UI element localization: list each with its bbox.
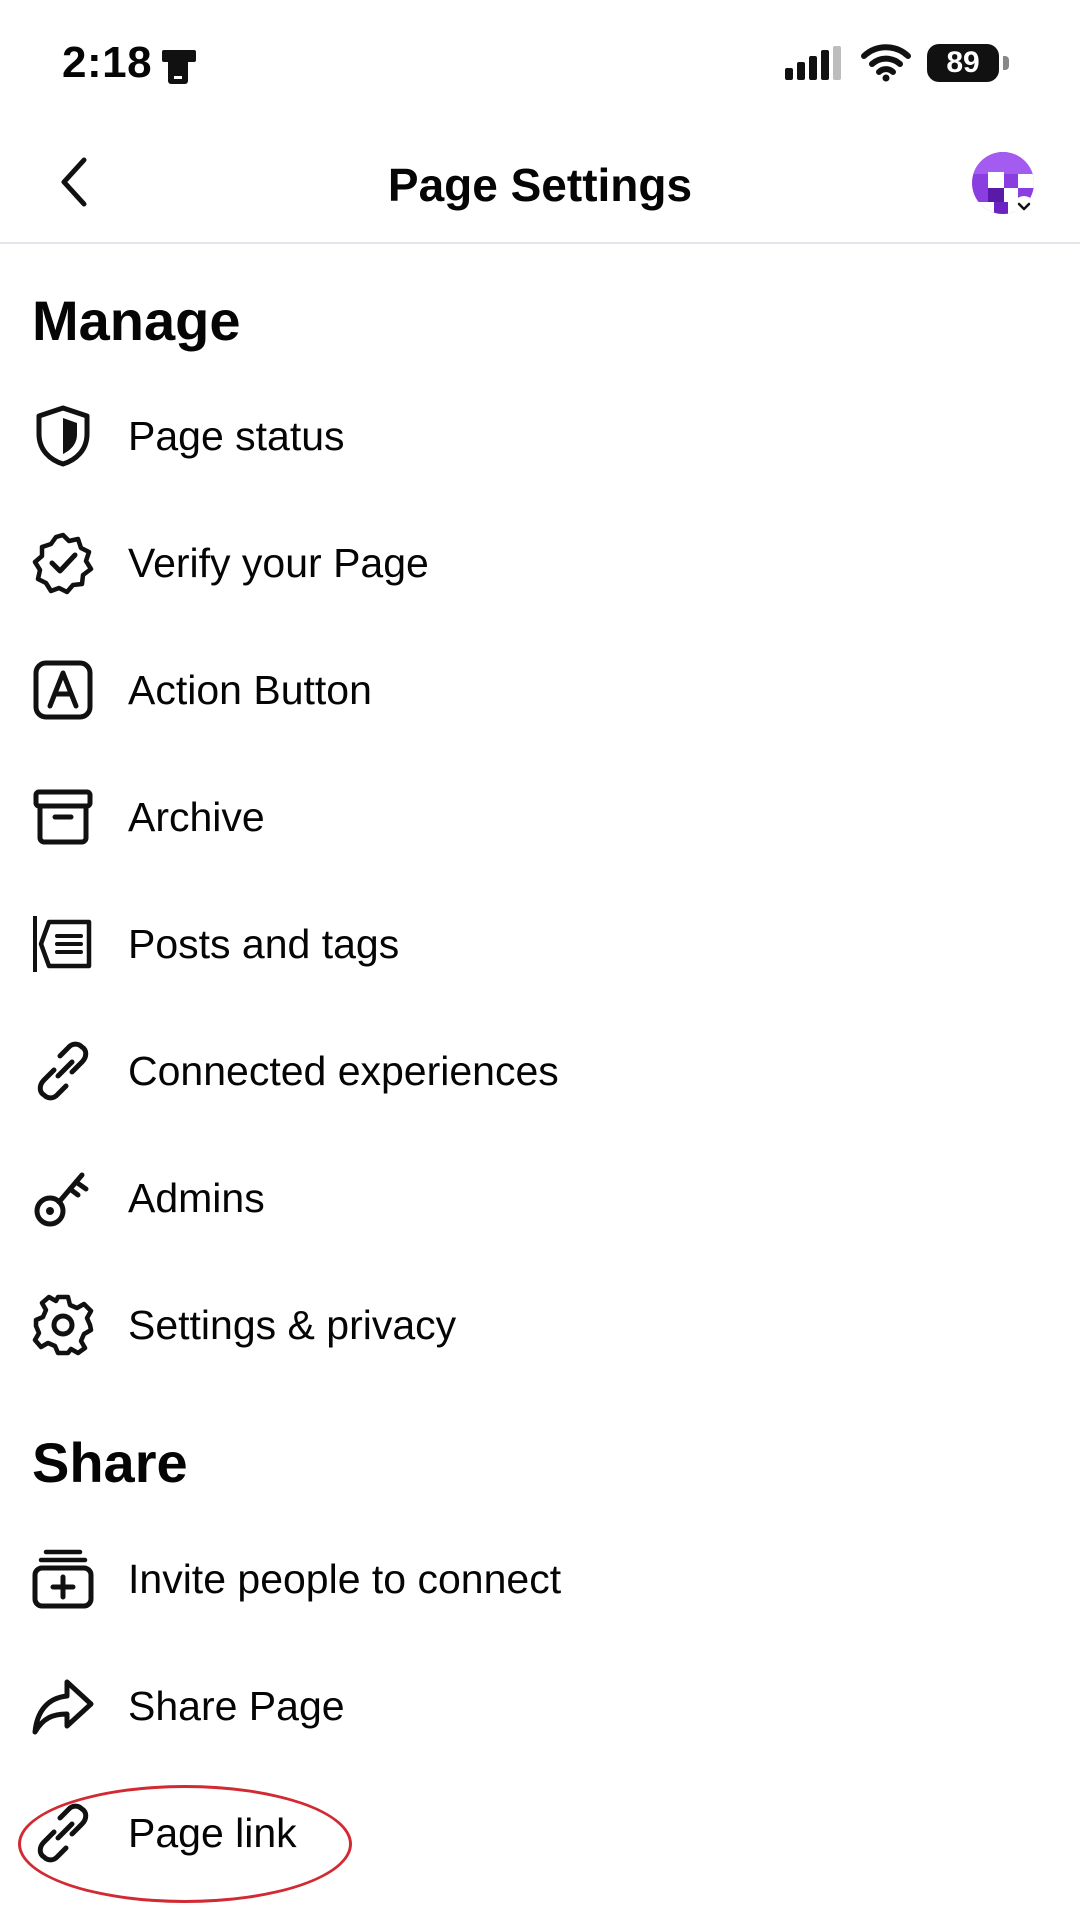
focus-phone-icon (158, 46, 202, 93)
menu-item-label: Action Button (128, 666, 372, 713)
verified-badge-icon (30, 530, 96, 596)
key-icon (30, 1165, 96, 1231)
menu-item-verify-page[interactable]: Verify your Page (0, 507, 1080, 619)
posts-tags-icon (30, 911, 96, 977)
menu-item-label: Posts and tags (128, 920, 400, 967)
menu-item-connected-experiences[interactable]: Connected experiences (0, 1015, 1080, 1127)
archive-icon (30, 784, 96, 850)
section-title-manage: Manage (32, 289, 241, 352)
menu-item-page-status[interactable]: Page status (0, 380, 1080, 492)
battery-level: 89 (927, 44, 999, 82)
menu-item-share-page[interactable]: Share Page (0, 1650, 1080, 1762)
letter-a-icon (30, 657, 96, 723)
status-time: 2:18 (62, 38, 153, 87)
menu-item-invite-people[interactable]: Invite people to connect (0, 1523, 1080, 1635)
menu-item-label: Connected experiences (128, 1047, 559, 1094)
gear-icon (30, 1292, 96, 1358)
share-arrow-icon (30, 1673, 96, 1739)
menu-item-label: Archive (128, 793, 265, 840)
menu-item-posts-and-tags[interactable]: Posts and tags (0, 888, 1080, 1000)
menu-item-label: Admins (128, 1174, 265, 1221)
menu-item-label: Verify your Page (128, 539, 429, 586)
page-title: Page Settings (387, 159, 693, 211)
menu-item-label: Invite people to connect (128, 1555, 562, 1602)
menu-item-label: Page status (128, 412, 345, 459)
menu-item-label: Settings & privacy (128, 1301, 457, 1348)
menu-item-label: Page link (128, 1809, 297, 1856)
menu-item-settings-privacy[interactable]: Settings & privacy (0, 1269, 1080, 1381)
menu-item-action-button[interactable]: Action Button (0, 634, 1080, 746)
shield-icon (30, 403, 96, 469)
menu-item-admins[interactable]: Admins (0, 1142, 1080, 1254)
signal-icon (785, 46, 845, 87)
battery-icon: 89 (927, 44, 1011, 82)
menu-item-page-link[interactable]: Page link (0, 1777, 1080, 1889)
status-bar: 2:18 89 (0, 0, 1080, 128)
profile-switcher-button[interactable] (972, 152, 1038, 218)
page-avatar-icon (972, 152, 1034, 216)
menu-item-label: Share Page (128, 1682, 345, 1729)
link-icon (30, 1038, 96, 1104)
app-header: Page Settings (0, 128, 1080, 244)
section-title-share: Share (32, 1431, 188, 1494)
menu-item-archive[interactable]: Archive (0, 761, 1080, 873)
link-icon (30, 1800, 96, 1866)
invite-icon (30, 1546, 96, 1612)
wifi-icon (860, 42, 912, 87)
